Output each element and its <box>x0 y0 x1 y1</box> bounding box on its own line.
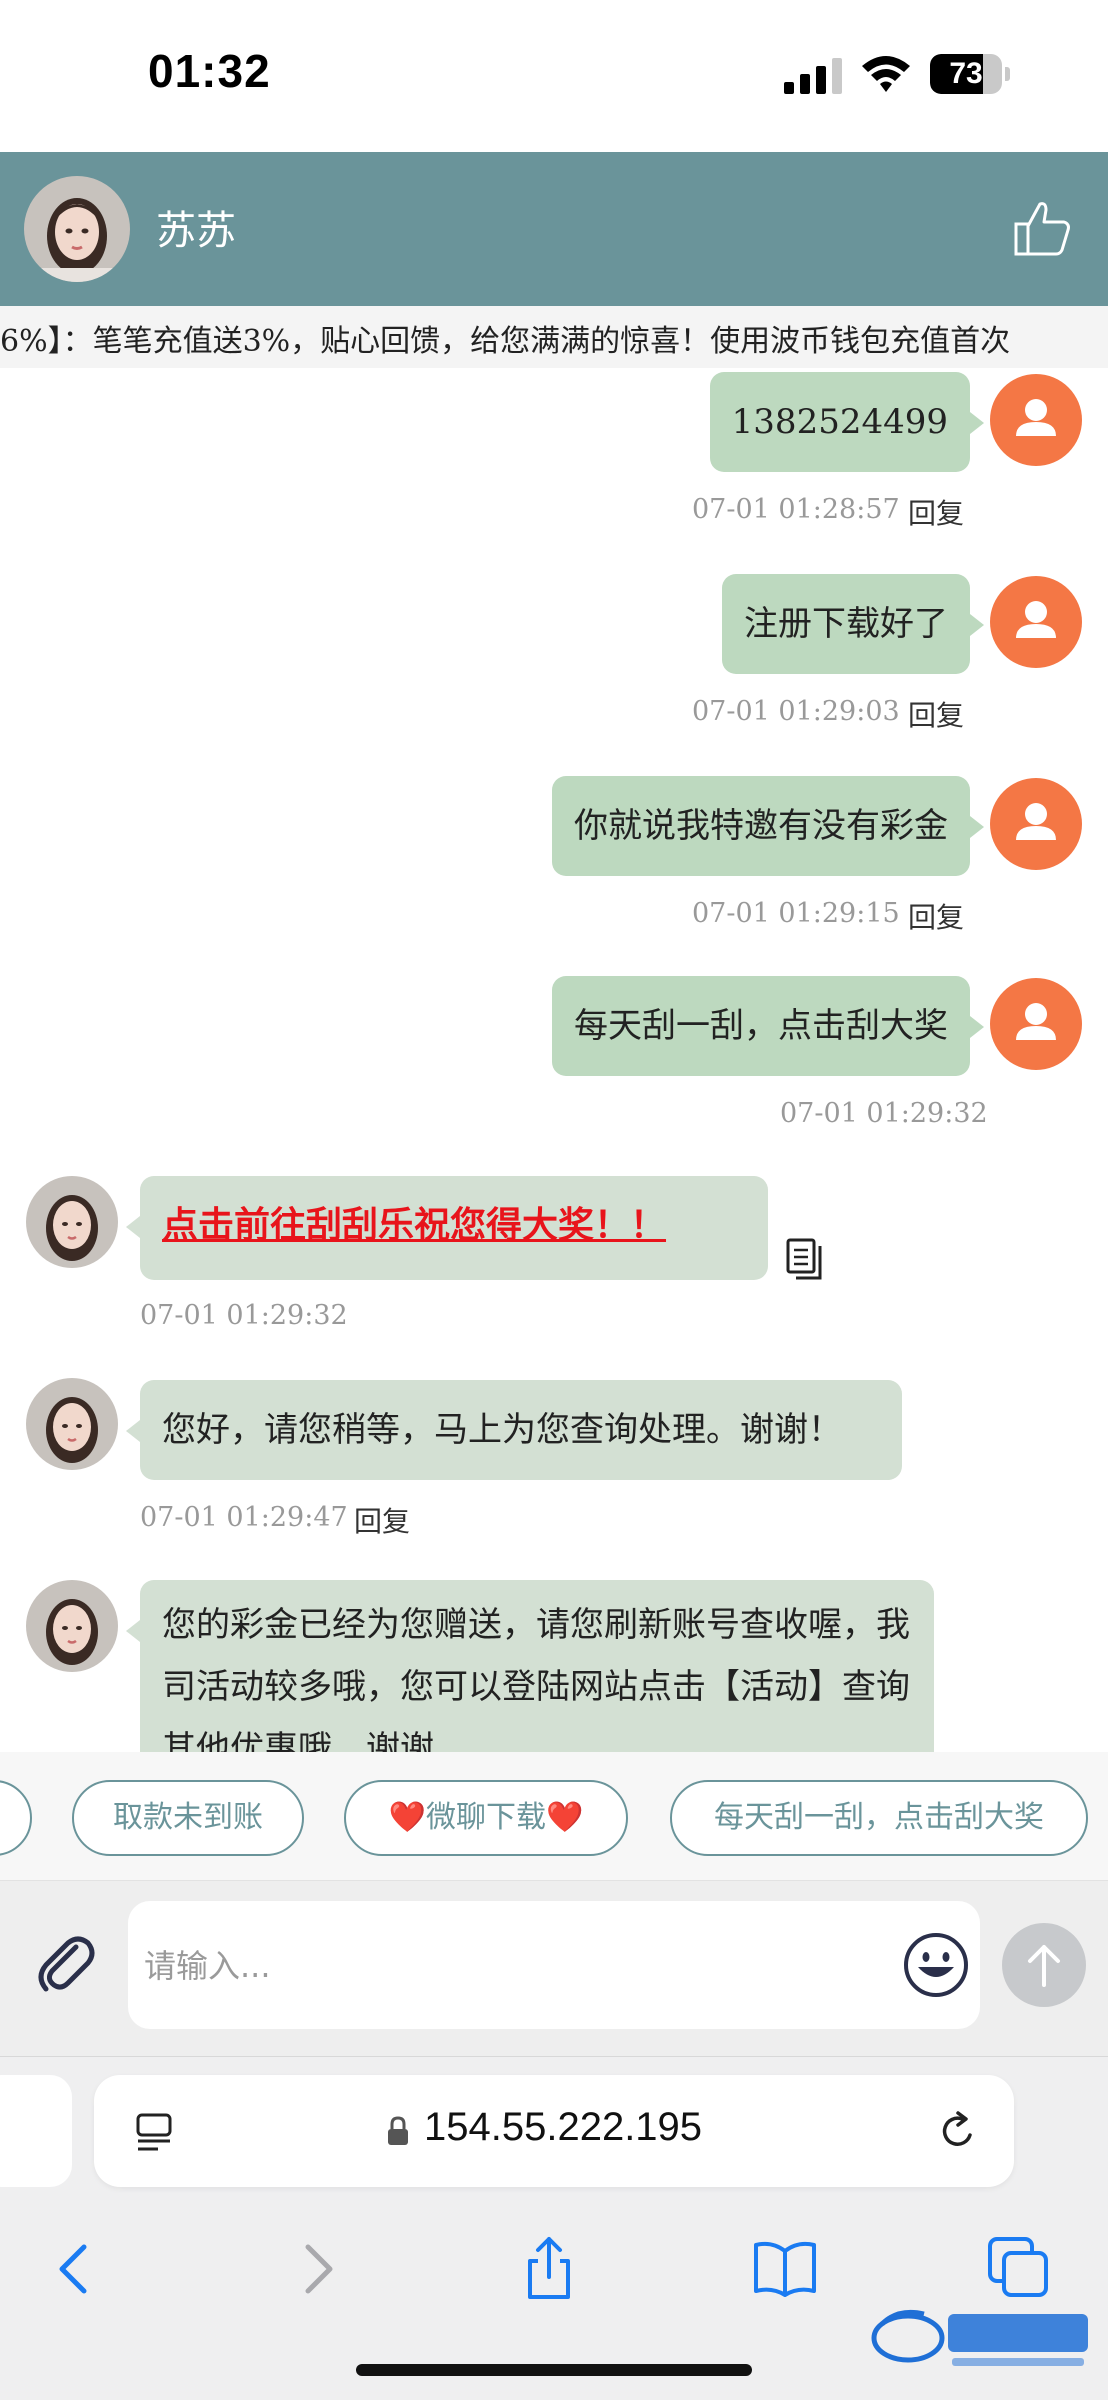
watermark-logo <box>871 2309 1088 2366</box>
arrow-up-icon <box>1028 1945 1060 1987</box>
message-bubble-agent[interactable]: 您的彩金已经为您赠送，请您刷新账号查收喔，我司活动较多哦，您可以登陆网站点击【活… <box>126 1580 934 1752</box>
home-indicator <box>356 2364 752 2376</box>
copy-icon[interactable] <box>786 1238 826 1280</box>
back-icon[interactable] <box>40 2233 110 2303</box>
forward-icon[interactable] <box>282 2233 352 2303</box>
emoji-icon[interactable] <box>902 1931 970 1999</box>
message-bubble-user[interactable]: 注册下载好了 <box>722 574 984 674</box>
reply-link[interactable]: 回复 <box>908 694 964 734</box>
message-timestamp: 07-01 01:29:32 <box>140 1300 348 1331</box>
tabs-icon[interactable] <box>984 2233 1054 2303</box>
paperclip-icon[interactable] <box>30 1927 100 1997</box>
quick-reply-app-download[interactable]: ❤️微聊下载❤️ <box>344 1780 628 1856</box>
chat-header: 苏苏 <box>0 152 1108 306</box>
user-avatar <box>990 778 1082 870</box>
message-bubble-user[interactable]: 每天刮一刮，点击刮大奖 <box>552 976 984 1076</box>
quick-reply-bar[interactable]: 取款未到账 ❤️微聊下载❤️ 每天刮一刮，点击刮大奖 <box>0 1752 1108 1880</box>
message-bubble-user[interactable]: 你就说我特邀有没有彩金 <box>552 776 984 876</box>
agent-avatar <box>26 1580 118 1672</box>
status-bar: 01:32 73 <box>0 0 1108 152</box>
message-bubble-agent[interactable]: 您好，请您稍等，马上为您查询处理。谢谢！ <box>126 1380 902 1480</box>
announcement-text: 6%】：笔笔充值送3%，贴心回馈，给您满满的惊喜！使用波币钱包充值首次 <box>0 324 1011 359</box>
message-bubble-agent-link[interactable]: 点击前往刮刮乐祝您得大奖！！ <box>126 1176 768 1280</box>
agent-avatar[interactable] <box>24 176 130 282</box>
url-text: 154.55.222.195 <box>424 2105 703 2149</box>
message-input[interactable]: 请输入... <box>128 1901 980 2029</box>
cellular-signal-icon <box>784 58 842 94</box>
share-icon[interactable] <box>514 2233 584 2303</box>
page-menu-icon[interactable] <box>134 2111 176 2153</box>
thumbs-up-icon[interactable] <box>1012 198 1072 258</box>
quick-reply-chip-partial[interactable] <box>0 1780 32 1856</box>
reply-link[interactable]: 回复 <box>908 492 964 532</box>
scratch-card-link[interactable]: 点击前往刮刮乐祝您得大奖！！ <box>162 1205 666 1246</box>
wifi-icon <box>862 56 910 92</box>
reply-link[interactable]: 回复 <box>908 896 964 936</box>
address-bar[interactable]: 154.55.222.195 <box>94 2075 1014 2187</box>
message-timestamp: 07-01 01:29:32 <box>780 1098 988 1129</box>
message-timestamp: 07-01 01:28:57 <box>692 494 900 525</box>
user-avatar <box>990 978 1082 1070</box>
quick-reply-withdrawal[interactable]: 取款未到账 <box>72 1780 304 1856</box>
message-timestamp: 07-01 01:29:47 <box>140 1502 348 1533</box>
user-avatar <box>990 374 1082 466</box>
agent-avatar <box>26 1176 118 1268</box>
quick-reply-scratch[interactable]: 每天刮一刮，点击刮大奖 <box>670 1780 1088 1856</box>
reply-link[interactable]: 回复 <box>354 1500 410 1540</box>
announcement-marquee: 6%】：笔笔充值送3%，贴心回馈，给您满满的惊喜！使用波币钱包充值首次 <box>0 306 1108 368</box>
lock-icon <box>388 2116 408 2145</box>
message-bubble-user[interactable]: 1382524499 <box>709 372 985 472</box>
message-timestamp: 07-01 01:29:03 <box>692 696 900 727</box>
battery-icon: 73 <box>930 54 1010 94</box>
message-timestamp: 07-01 01:29:15 <box>692 898 900 929</box>
send-button[interactable] <box>1002 1923 1086 2007</box>
bookmarks-icon[interactable] <box>750 2233 820 2303</box>
user-avatar <box>990 576 1082 668</box>
previous-tab[interactable] <box>0 2075 72 2187</box>
agent-name: 苏苏 <box>156 208 236 254</box>
battery-level: 73 <box>949 57 983 90</box>
input-placeholder: 请输入... <box>144 1947 271 1985</box>
status-time: 01:32 <box>148 45 271 97</box>
agent-avatar <box>26 1378 118 1470</box>
reload-icon[interactable] <box>936 2109 980 2153</box>
message-input-bar: 请输入... <box>0 1880 1108 2056</box>
message-list[interactable]: 1382524499 07-01 01:28:57 回复 注册下载好了 07-0… <box>0 368 1108 1752</box>
